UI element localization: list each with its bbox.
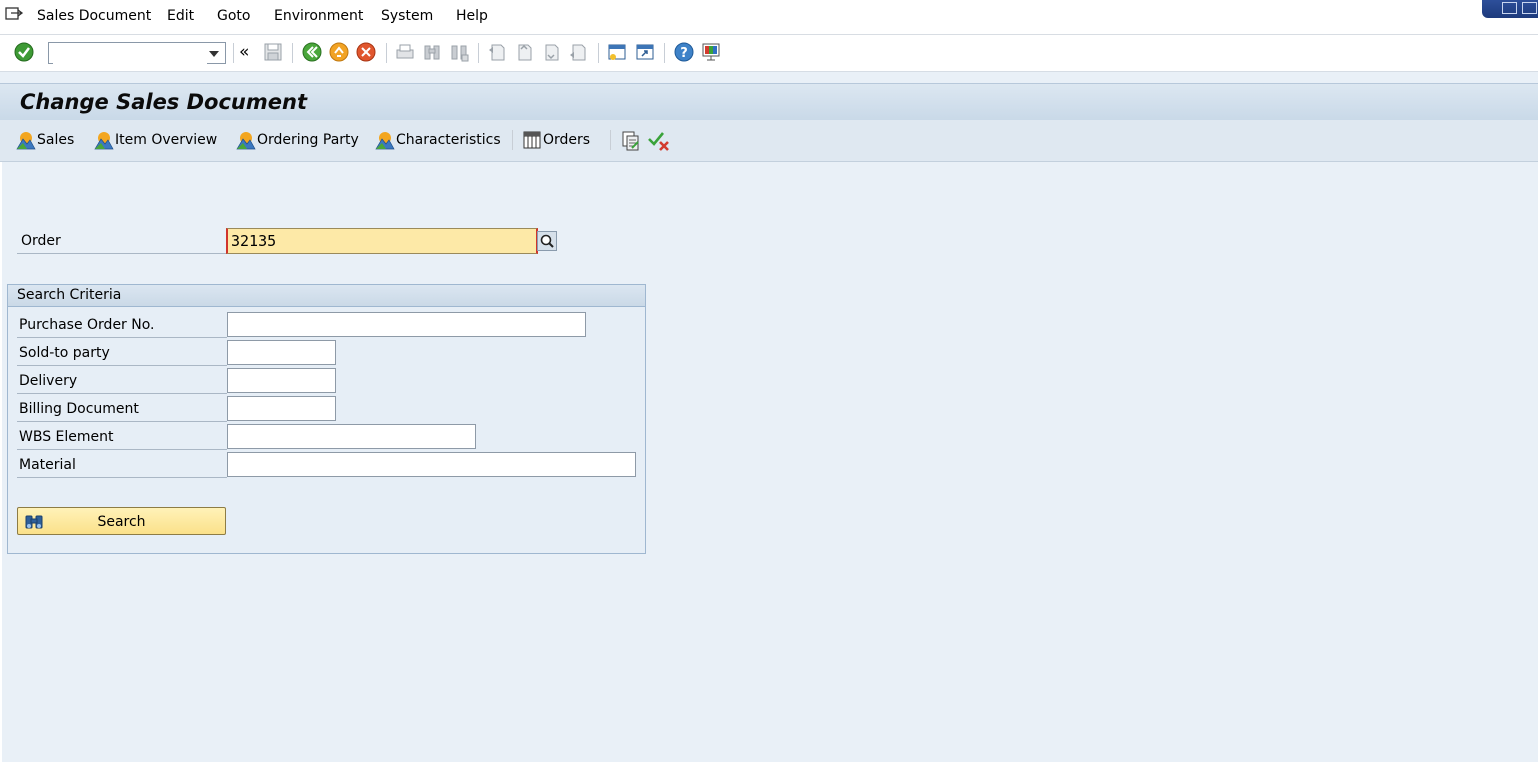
separator [598, 43, 599, 63]
save-icon[interactable] [262, 41, 284, 63]
back-green-icon[interactable] [301, 41, 323, 63]
search-magnifier-icon [540, 234, 554, 248]
value-help-button[interactable] [537, 231, 557, 251]
ordering-party-label: Ordering Party [257, 132, 359, 148]
sold-to-party-label: Sold-to party [19, 345, 110, 361]
label-underline [17, 477, 227, 478]
display-document-icon[interactable] [620, 130, 642, 152]
overview-mountain-icon [94, 132, 114, 150]
menu-sales-document[interactable]: Sales Document [37, 8, 151, 24]
material-input[interactable] [231, 454, 622, 476]
enter-check-icon[interactable] [13, 41, 35, 63]
wbs-element-field[interactable] [227, 424, 476, 449]
menu-bar: Sales Document Edit Goto Environment Sys… [0, 0, 1538, 35]
search-button-label: Search [97, 514, 146, 530]
first-page-icon[interactable] [486, 41, 508, 63]
delivery-input[interactable] [231, 370, 337, 392]
menu-environment[interactable]: Environment [274, 8, 363, 24]
label-underline [17, 337, 227, 338]
billing-document-input[interactable] [231, 398, 337, 420]
back-button[interactable]: « [239, 42, 249, 62]
overview-mountain-icon [16, 132, 36, 150]
menu-edit[interactable]: Edit [167, 8, 194, 24]
ordering-party-button[interactable]: Ordering Party [236, 130, 359, 152]
label-underline [17, 421, 227, 422]
separator [512, 130, 513, 150]
separator [386, 43, 387, 63]
customize-layout-icon[interactable] [700, 41, 722, 63]
sales-button-label: Sales [37, 132, 75, 148]
menu-system[interactable]: System [381, 8, 433, 24]
item-overview-button[interactable]: Item Overview [94, 130, 218, 152]
group-header: Search Criteria [8, 285, 645, 307]
find-next-icon[interactable] [448, 41, 470, 63]
orders-button[interactable]: Orders [522, 130, 594, 152]
label-underline [17, 365, 227, 366]
sold-to-party-input[interactable] [231, 342, 337, 364]
purchase-order-input[interactable] [231, 314, 575, 336]
window-controls[interactable] [1482, 0, 1538, 18]
delivery-label: Delivery [19, 373, 78, 389]
material-label: Material [19, 457, 76, 473]
order-input[interactable] [228, 229, 521, 252]
menu-help[interactable]: Help [456, 8, 488, 24]
search-button[interactable]: Search [17, 507, 226, 535]
command-input[interactable] [53, 44, 207, 64]
minimize-icon[interactable] [1502, 2, 1517, 14]
title-bar: Change Sales Document [0, 83, 1538, 120]
characteristics-button[interactable]: Characteristics [375, 130, 501, 152]
separator [233, 43, 234, 63]
material-field[interactable] [227, 452, 636, 477]
item-overview-label: Item Overview [115, 132, 218, 148]
purchase-order-field[interactable] [227, 312, 586, 337]
cancel-icon[interactable] [355, 41, 377, 63]
billing-document-field[interactable] [227, 396, 337, 421]
purchase-order-label: Purchase Order No. [19, 317, 155, 333]
left-edge [0, 162, 2, 762]
check-delete-icon[interactable] [647, 130, 671, 152]
separator [292, 43, 293, 63]
help-icon[interactable]: ? [673, 41, 695, 63]
dropdown-arrow-icon[interactable] [209, 51, 219, 57]
command-field[interactable] [48, 42, 226, 64]
find-icon[interactable] [421, 41, 443, 63]
overview-mountain-icon [375, 132, 395, 150]
exit-icon[interactable] [328, 41, 350, 63]
list-table-icon [523, 131, 541, 149]
separator [610, 130, 611, 150]
print-icon[interactable] [394, 41, 416, 63]
create-session-icon[interactable] [606, 41, 628, 63]
wbs-element-label: WBS Element [19, 429, 114, 445]
wbs-element-input[interactable] [231, 426, 470, 448]
shortcut-icon[interactable] [634, 41, 656, 63]
next-page-icon[interactable] [540, 41, 562, 63]
last-page-icon[interactable] [567, 41, 589, 63]
maximize-icon[interactable] [1522, 2, 1537, 14]
application-toolbar: Sales Item Overview Ordering Party Chara… [0, 120, 1538, 162]
group-title: Search Criteria [17, 287, 122, 303]
menu-arrow-icon[interactable] [4, 6, 24, 22]
characteristics-label: Characteristics [396, 132, 501, 148]
orders-label: Orders [543, 132, 591, 148]
menu-goto[interactable]: Goto [217, 8, 250, 24]
previous-page-icon[interactable] [513, 41, 535, 63]
label-underline [17, 393, 227, 394]
separator [664, 43, 665, 63]
sold-to-party-field[interactable] [227, 340, 337, 365]
system-toolbar: « ? [0, 35, 1538, 72]
svg-text:?: ? [680, 46, 688, 61]
order-field[interactable] [226, 228, 538, 254]
separator [478, 43, 479, 63]
delivery-field[interactable] [227, 368, 337, 393]
overview-mountain-icon [236, 132, 256, 150]
sales-button[interactable]: Sales [16, 130, 76, 152]
order-label: Order [21, 233, 61, 249]
label-underline [17, 253, 227, 254]
page-title: Change Sales Document [20, 90, 307, 114]
label-underline [17, 449, 227, 450]
billing-document-label: Billing Document [19, 401, 139, 417]
